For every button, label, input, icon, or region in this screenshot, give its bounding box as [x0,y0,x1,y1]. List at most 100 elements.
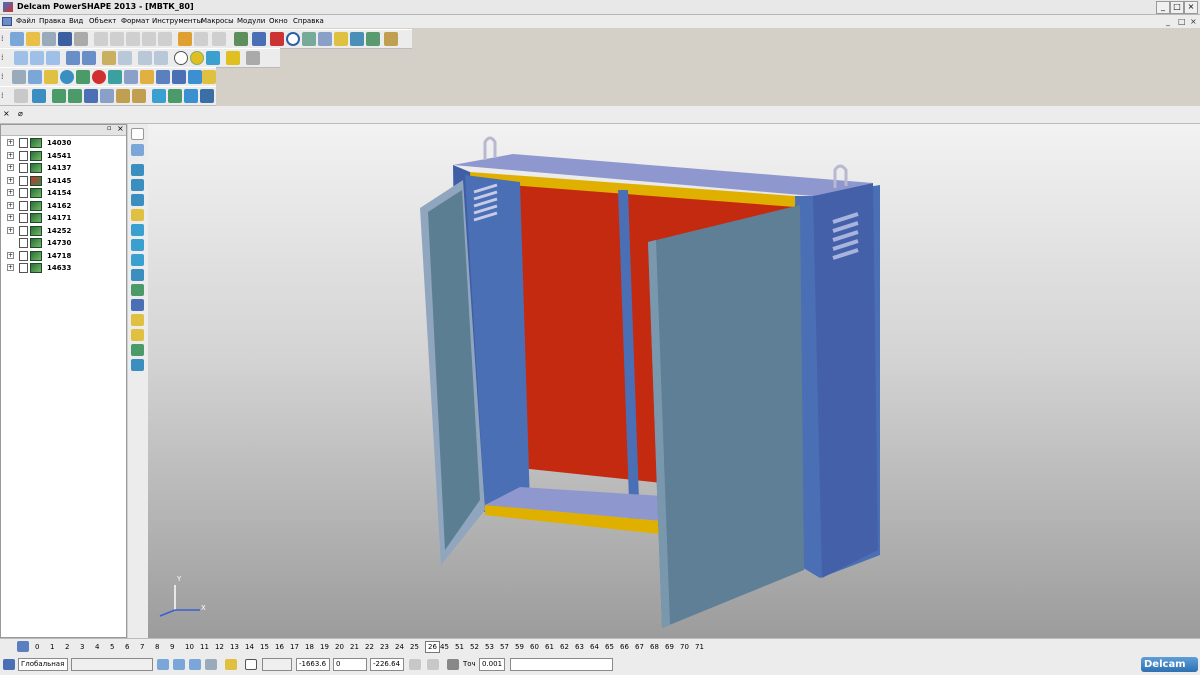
visibility-icon[interactable] [19,250,28,261]
zoom-out-icon[interactable] [154,51,168,65]
mdi-close-button[interactable]: × [1190,16,1197,27]
view-side-icon[interactable] [30,51,44,65]
solid-icon[interactable] [350,32,364,46]
level-number[interactable]: 0 [35,642,39,652]
level-number[interactable]: 12 [215,642,224,652]
graphics-viewport[interactable]: Y X [148,124,1200,638]
level-number[interactable]: 66 [620,642,629,652]
close-icon[interactable]: × [117,124,124,133]
text-icon[interactable] [318,32,332,46]
level-number[interactable]: 64 [590,642,599,652]
save-icon[interactable] [58,32,72,46]
open-folder-icon[interactable] [26,32,40,46]
menu-view[interactable]: Вид [69,16,83,27]
z-coordinate-field[interactable]: -226.64 [370,658,404,671]
snap-icon[interactable] [157,659,169,670]
view1-icon[interactable] [131,164,144,176]
view-front-icon[interactable] [14,51,28,65]
lock-icon[interactable] [205,659,217,670]
document-icon[interactable] [28,70,42,84]
axis-icon[interactable] [252,32,266,46]
expand-icon[interactable]: + [7,164,14,171]
grid-field[interactable] [262,658,292,671]
level-icon[interactable] [131,224,144,236]
tree-item[interactable]: +14154 [5,187,125,199]
level-number[interactable]: 59 [515,642,524,652]
split-icon[interactable] [184,89,198,103]
feature-icon[interactable] [140,70,154,84]
menu-tools[interactable]: Инструменты [152,16,202,27]
menu-window[interactable]: Окно [269,16,288,27]
visibility-icon[interactable] [19,263,28,273]
minimize-button[interactable]: _ [1156,1,1170,14]
level-number[interactable]: 22 [365,642,374,652]
tree-item[interactable]: +14633 [5,262,125,274]
red-ball-icon[interactable] [92,70,106,84]
globe-icon[interactable] [174,51,188,65]
view-iso1-icon[interactable] [66,51,80,65]
level-number[interactable]: 14 [245,642,254,652]
visibility-icon[interactable] [19,238,28,248]
document-icon[interactable] [2,17,12,26]
expand-icon[interactable]: + [7,176,14,184]
annotation-select-icon[interactable] [131,359,144,371]
visibility-icon[interactable] [19,138,28,148]
symbol-select-icon[interactable] [131,344,144,356]
level-number[interactable]: 62 [560,642,569,652]
level-number[interactable]: 21 [350,642,359,652]
menu-object[interactable]: Объект [89,16,116,27]
close-icon[interactable]: × [3,109,10,118]
level-number[interactable]: 4 [95,642,99,652]
level-number[interactable]: 24 [395,642,404,652]
delete-icon[interactable] [158,32,172,46]
layer-icon[interactable] [131,144,144,156]
snap3-icon[interactable] [189,659,201,670]
tree-item[interactable]: +14030 [5,137,125,149]
snap2-icon[interactable] [173,659,185,670]
level-number[interactable]: 18 [305,642,314,652]
component-icon[interactable] [172,70,186,84]
visibility-icon[interactable] [19,213,28,223]
level-number[interactable]: 3 [80,642,84,652]
level-number[interactable]: 65 [605,642,614,652]
assembly-icon[interactable] [156,70,170,84]
expand-icon[interactable]: + [7,214,14,221]
pointer-icon[interactable] [131,128,144,140]
paste-icon[interactable] [126,32,140,46]
library-icon[interactable] [188,70,202,84]
level-number[interactable]: 6 [125,642,129,652]
level-number[interactable]: 60 [530,642,539,652]
new-model-icon[interactable] [10,32,24,46]
pan-icon[interactable] [102,51,116,65]
pencil-icon[interactable] [44,70,58,84]
menu-modules[interactable]: Модули [237,16,265,27]
expand-icon[interactable]: + [7,264,14,271]
sphere-icon[interactable] [60,70,74,84]
calculator-icon[interactable] [409,659,421,670]
zoom-in-icon[interactable] [138,51,152,65]
mesh-icon[interactable] [366,32,380,46]
expand-icon[interactable]: + [7,139,14,146]
block-icon[interactable] [76,70,90,84]
level-number[interactable]: 2 [65,642,69,652]
level-number[interactable]: 23 [380,642,389,652]
level-number[interactable]: 15 [260,642,269,652]
cube-icon[interactable] [124,70,138,84]
print-icon[interactable] [74,32,88,46]
visibility-icon[interactable] [19,175,28,186]
light-icon[interactable] [226,51,240,65]
cut-solid-icon[interactable] [200,89,214,103]
menu-help[interactable]: Справка [293,16,324,27]
toolbar-grip[interactable]: ⁞ [1,33,9,45]
visibility-icon[interactable] [19,150,28,161]
level-number[interactable]: 26 [425,641,440,653]
level-number[interactable]: 71 [695,642,704,652]
trim-icon[interactable] [32,89,46,103]
view-top-icon[interactable] [46,51,60,65]
units-select[interactable] [71,658,153,671]
import-icon[interactable] [42,32,56,46]
shell-icon[interactable] [168,89,182,103]
level-number[interactable]: 8 [155,642,159,652]
point-select-icon[interactable] [131,329,144,341]
expand-icon[interactable]: + [7,201,14,209]
